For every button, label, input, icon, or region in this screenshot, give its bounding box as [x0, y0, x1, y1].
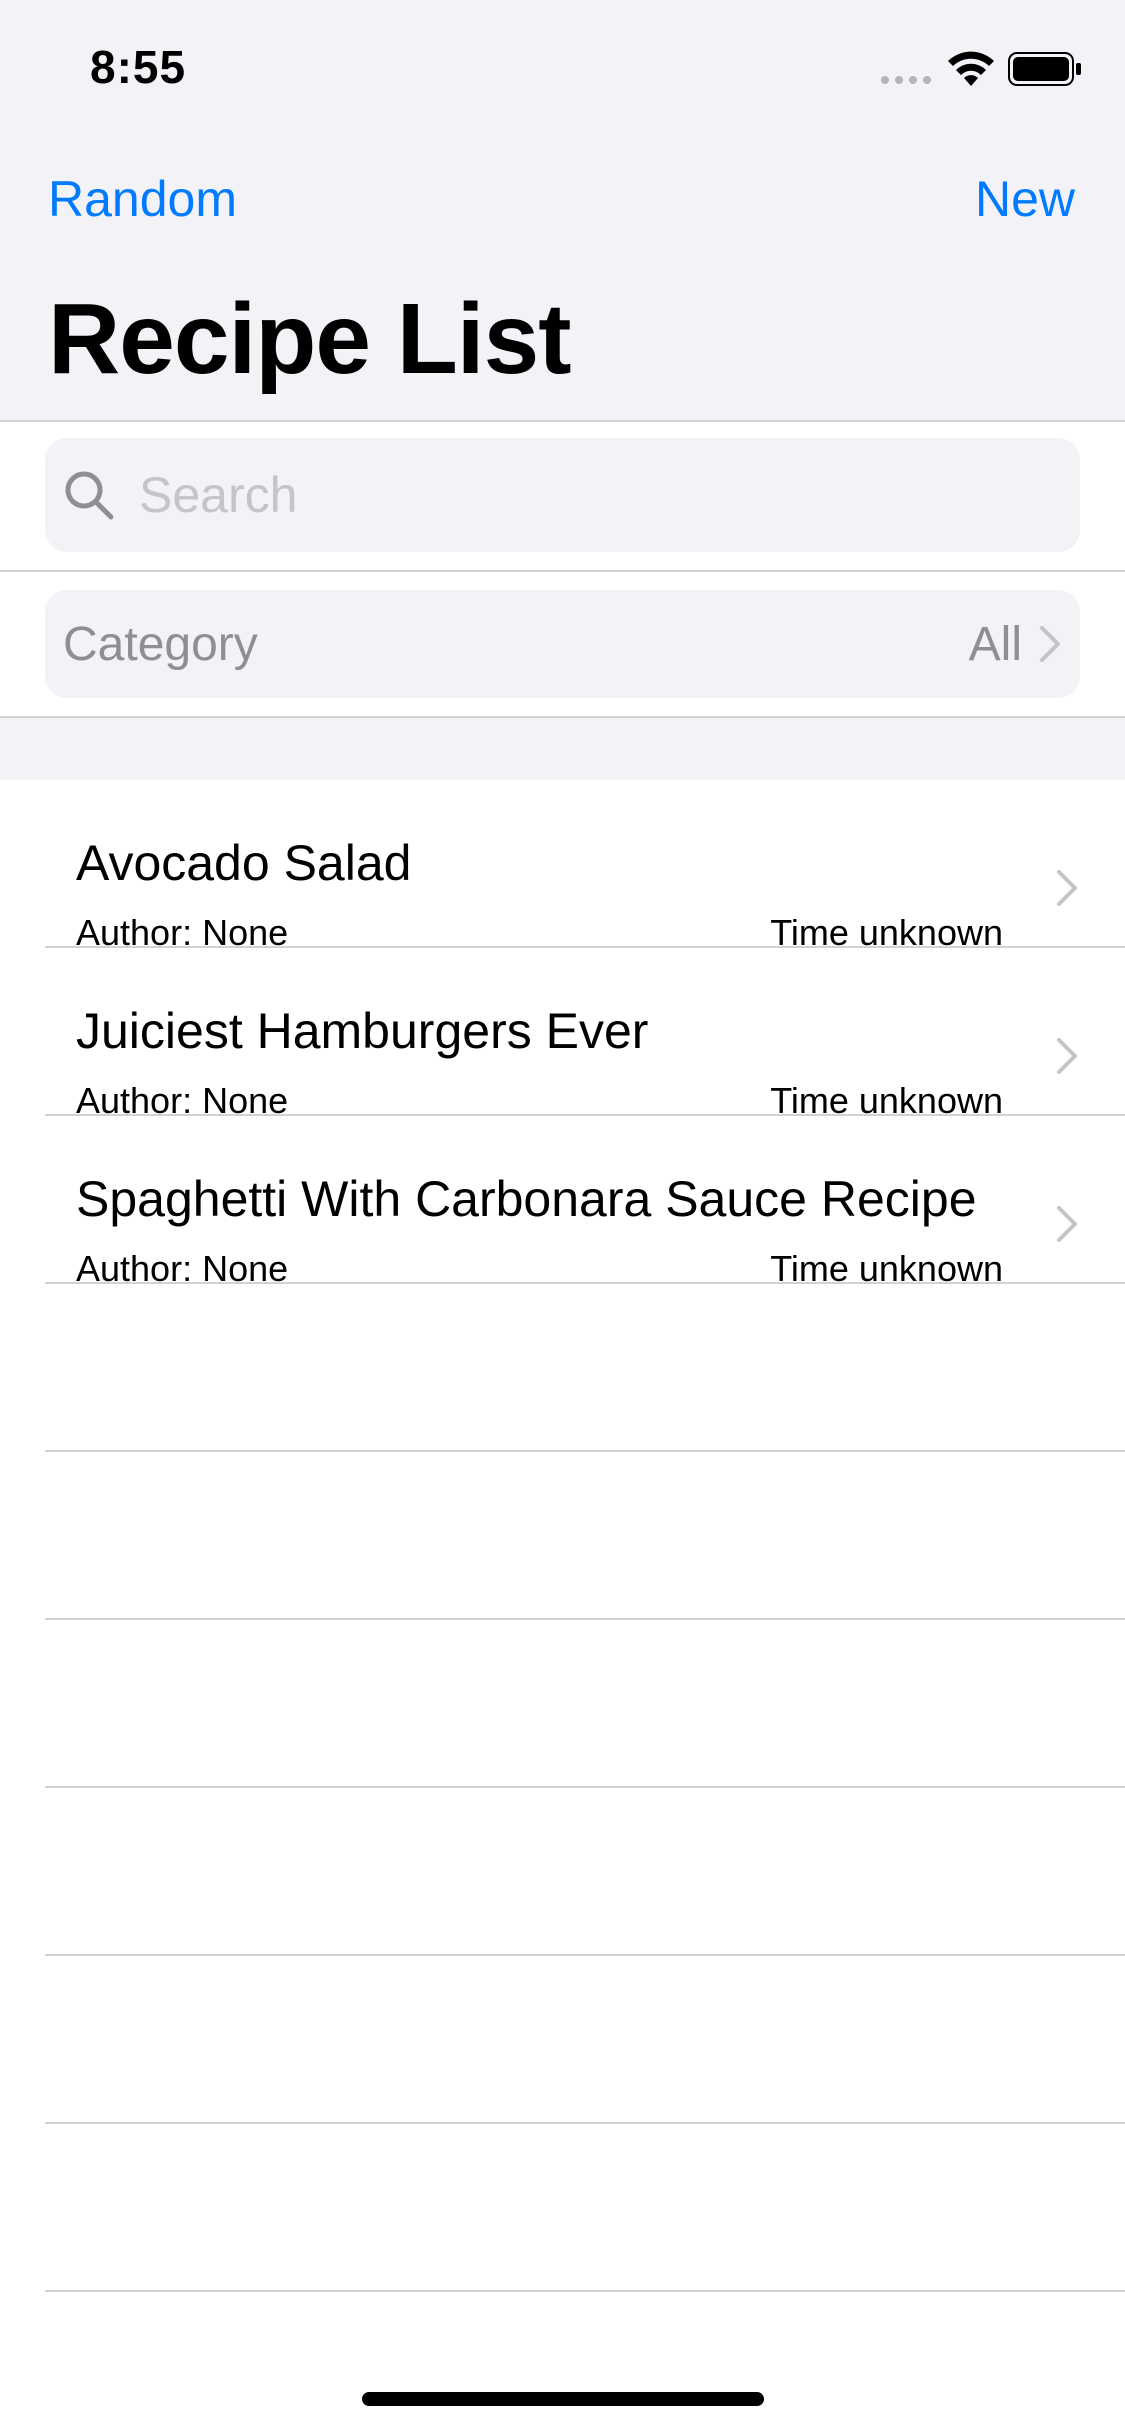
divider: [0, 570, 1125, 572]
row-separator: [45, 2290, 1125, 2292]
recipe-row[interactable]: Avocado Salad Author: None Time unknown: [0, 780, 1125, 953]
status-time: 8:55: [90, 41, 187, 93]
page-title: Recipe List: [48, 283, 571, 395]
empty-row: [0, 1452, 1125, 1620]
recipe-row[interactable]: Juiciest Hamburgers Ever Author: None Ti…: [0, 948, 1125, 1121]
search-icon: [65, 471, 114, 520]
category-picker[interactable]: Category All: [45, 590, 1080, 698]
random-button[interactable]: Random: [48, 170, 237, 228]
recipe-title: Avocado Salad: [76, 835, 412, 891]
chevron-right-icon: [1057, 1206, 1077, 1242]
home-indicator[interactable]: [362, 2392, 764, 2406]
search-bar[interactable]: [45, 438, 1080, 552]
battery-icon: [1008, 52, 1081, 86]
category-value: All: [968, 617, 1022, 671]
chevron-right-icon: [1057, 870, 1077, 906]
empty-row: [0, 2124, 1125, 2292]
recipe-row[interactable]: Spaghetti With Carbonara Sauce Recipe Au…: [0, 1116, 1125, 1289]
empty-row: [0, 1284, 1125, 1452]
empty-row: [0, 1956, 1125, 2124]
chevron-right-icon: [1057, 1038, 1077, 1074]
chevron-right-icon: [1040, 626, 1060, 662]
new-button[interactable]: New: [975, 170, 1075, 228]
category-label: Category: [63, 617, 258, 671]
section-spacer: [0, 718, 1125, 780]
recipe-title: Juiciest Hamburgers Ever: [76, 1003, 649, 1059]
recipe-list: Avocado Salad Author: None Time unknown …: [0, 780, 1125, 2292]
wifi-icon: [948, 51, 994, 86]
recipe-title: Spaghetti With Carbonara Sauce Recipe: [76, 1171, 977, 1227]
search-input[interactable]: [137, 465, 1041, 525]
cellular-signal-icon: [881, 76, 931, 84]
empty-row: [0, 1620, 1125, 1788]
empty-row: [0, 1788, 1125, 1956]
